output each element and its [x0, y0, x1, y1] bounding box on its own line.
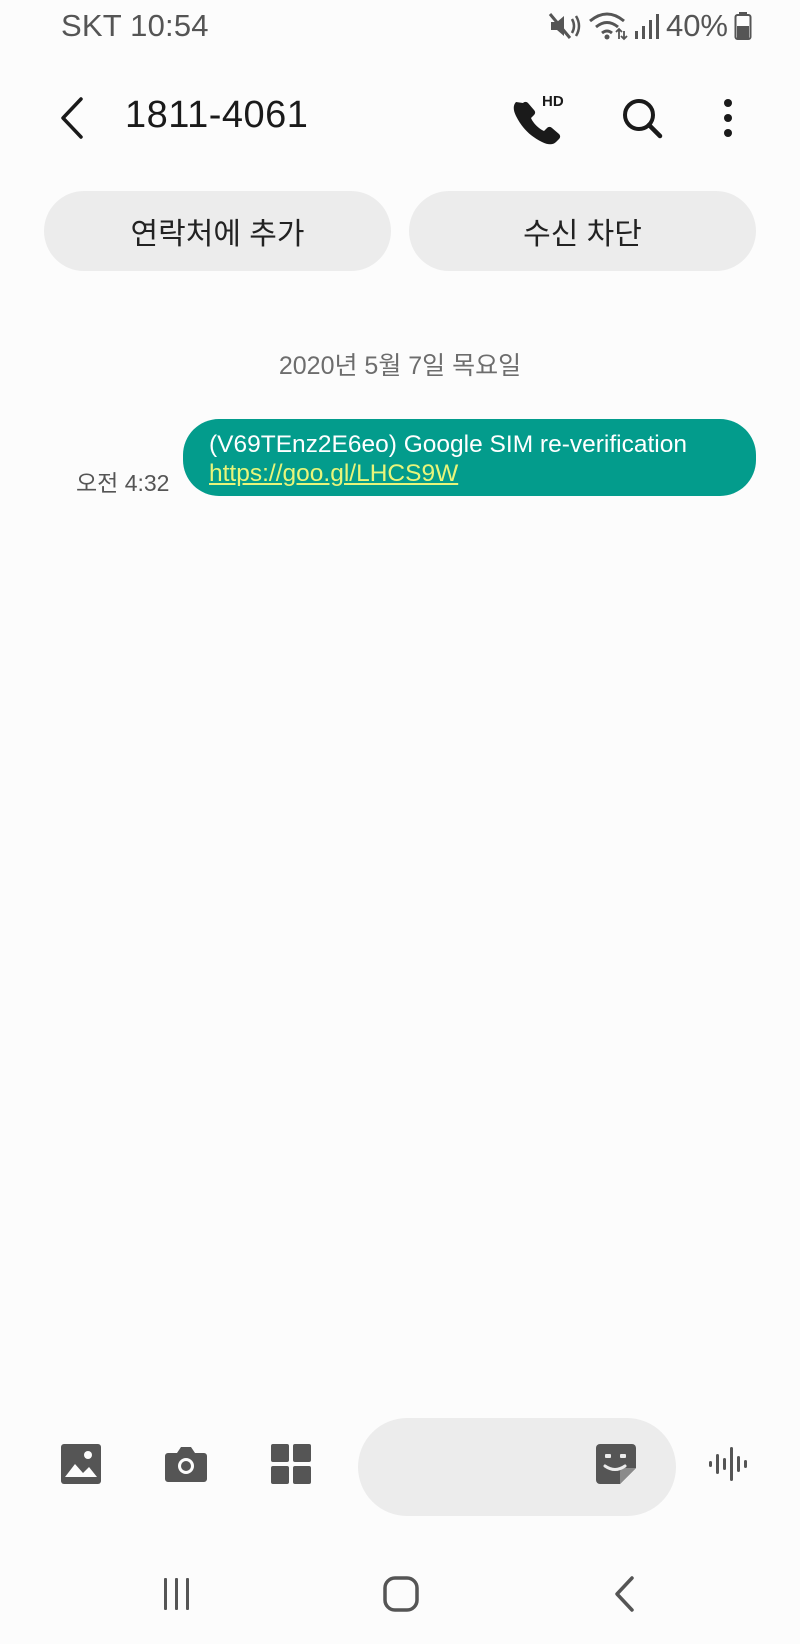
add-to-contacts-button[interactable]: 연락처에 추가 — [44, 191, 391, 271]
gallery-icon — [61, 1444, 101, 1484]
back-icon — [61, 97, 83, 139]
message-bubble[interactable]: (V69TEnz2E6eo) Google SIM re-verificatio… — [183, 419, 756, 496]
back-nav-icon — [615, 1576, 634, 1612]
camera-icon — [165, 1447, 207, 1482]
signal-icon — [634, 11, 660, 41]
date-divider: 2020년 5월 7일 목요일 — [278, 352, 522, 380]
hd-badge: HD — [542, 93, 564, 110]
hd-call-button[interactable]: HD — [508, 88, 572, 148]
hd-call-icon: HD — [513, 93, 564, 145]
wifi-icon — [588, 11, 628, 41]
search-button[interactable] — [614, 90, 670, 146]
back-button[interactable] — [44, 90, 100, 146]
system-nav-bar — [0, 1556, 800, 1626]
sticker-icon — [596, 1444, 636, 1484]
message-input-box[interactable] — [358, 1418, 676, 1516]
voice-recorder-button[interactable] — [705, 1440, 753, 1488]
home-button[interactable] — [373, 1566, 429, 1622]
battery-text: 40% — [665, 8, 728, 43]
recents-icon — [164, 1578, 189, 1610]
recents-button[interactable] — [149, 1566, 205, 1622]
sticker-button[interactable] — [594, 1442, 642, 1490]
composer-bar — [0, 1410, 800, 1520]
home-icon — [383, 1576, 419, 1612]
search-icon — [623, 99, 663, 139]
app-bar: 1811-4061 HD — [0, 70, 800, 166]
status-bar: SKT 10:54 40% — [0, 0, 800, 56]
gallery-button[interactable] — [57, 1440, 105, 1488]
more-options-button[interactable] — [706, 90, 750, 146]
message-input[interactable] — [388, 1438, 592, 1496]
block-number-button[interactable]: 수신 차단 — [409, 191, 756, 271]
status-icons: 40% — [548, 8, 752, 44]
camera-button[interactable] — [162, 1440, 210, 1488]
apps-button[interactable] — [267, 1440, 315, 1488]
mute-vibrate-icon — [548, 11, 582, 41]
message-text: (V69TEnz2E6eo) Google SIM re-verificatio… — [209, 431, 687, 458]
messages-screen: SKT 10:54 40% 1811-4061 HD 연락처에 추가 수신 차단… — [0, 0, 800, 1644]
apps-icon — [271, 1444, 311, 1484]
contact-number-title: 1811-4061 — [125, 94, 309, 136]
message-link[interactable]: https://goo.gl/LHCS9W — [209, 459, 458, 488]
nav-back-button[interactable] — [597, 1566, 653, 1622]
more-icon — [724, 99, 732, 137]
message-time: 오전 4:32 — [76, 470, 170, 496]
carrier-time: SKT 10:54 — [61, 8, 209, 43]
voice-icon — [709, 1447, 747, 1481]
battery-icon — [734, 11, 752, 41]
